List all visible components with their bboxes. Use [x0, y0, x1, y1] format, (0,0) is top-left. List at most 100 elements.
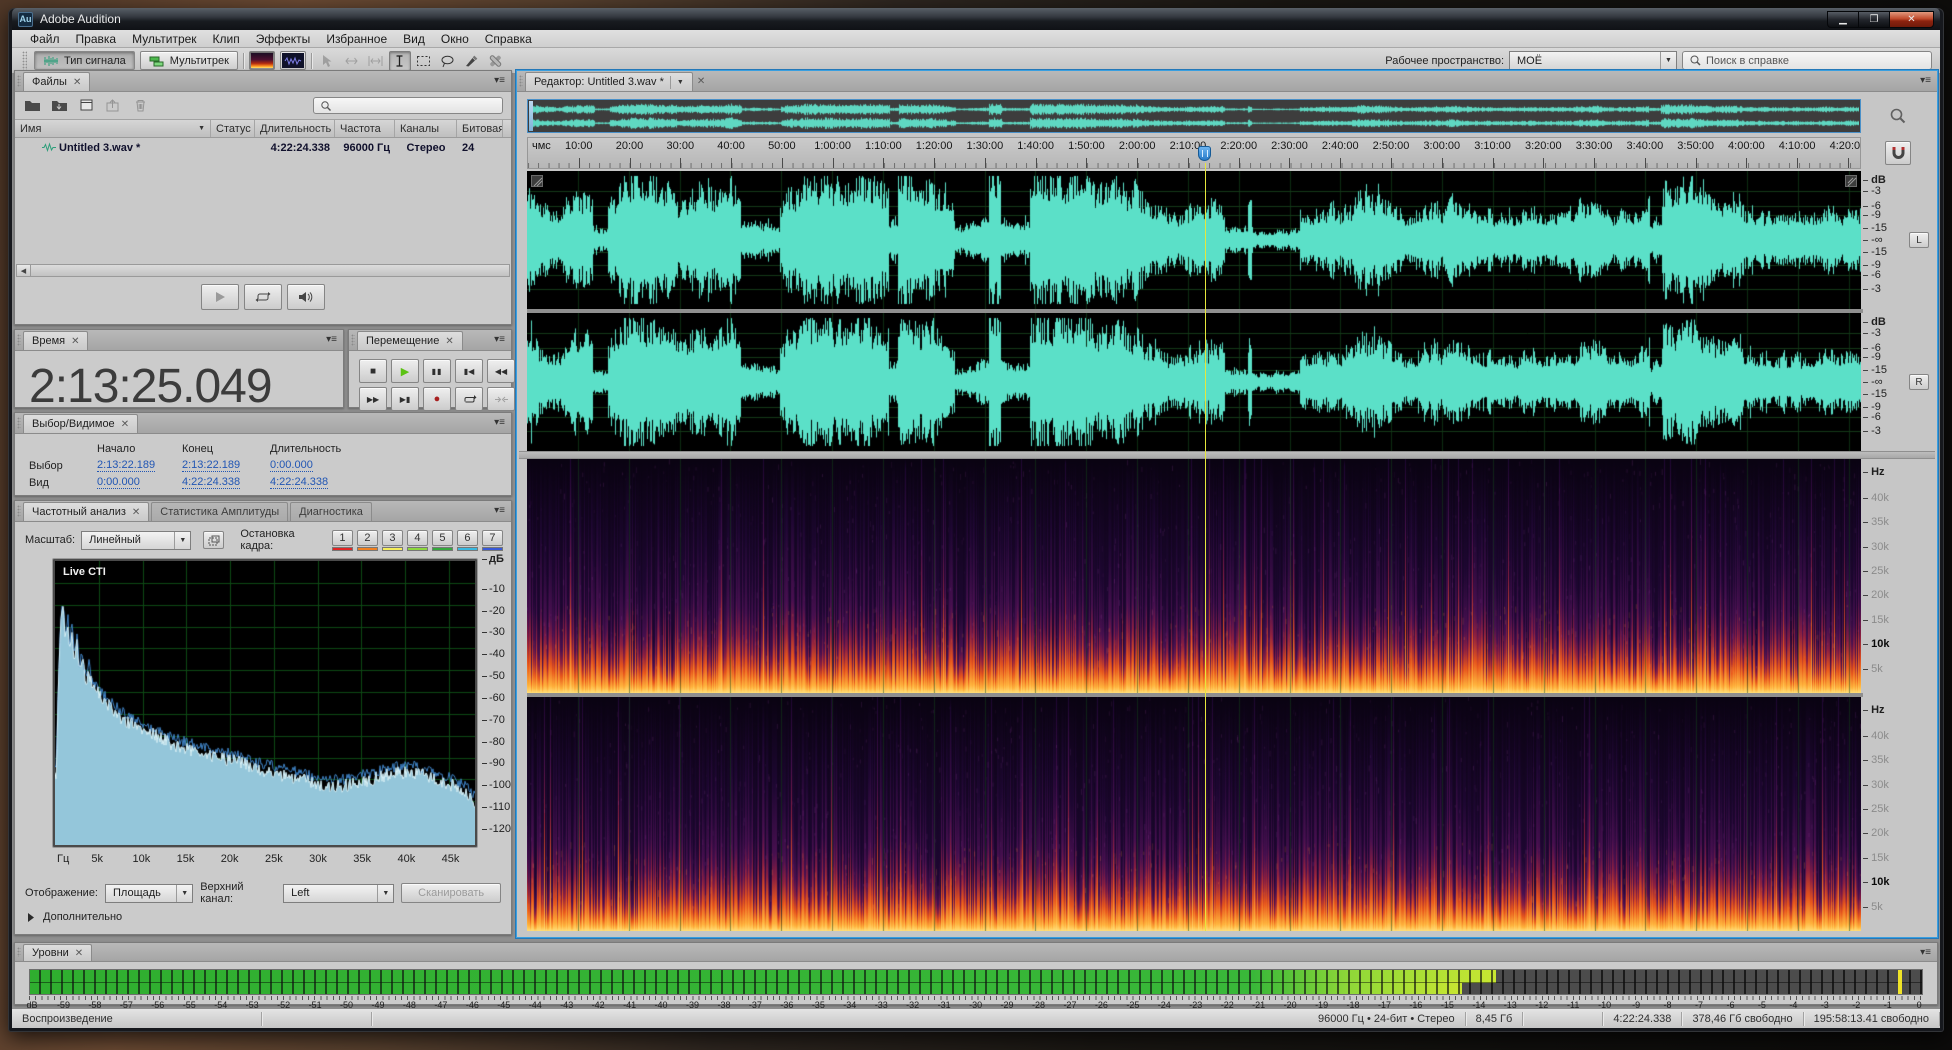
loop-button[interactable] [455, 387, 483, 411]
prev-button[interactable]: ▮◀ [455, 359, 483, 383]
panel-menu-icon[interactable]: ▾≡ [494, 334, 505, 345]
timeline-ruler[interactable]: чмс 10:0020:0030:0040:0050:001:00:001:10… [527, 137, 1861, 169]
pause-button[interactable]: ▮▮ [423, 359, 451, 383]
close-icon[interactable]: ✕ [445, 336, 453, 347]
waveform-type-button[interactable]: Тип сигнала [34, 51, 135, 70]
panel-menu-icon[interactable]: ▾≡ [494, 417, 505, 428]
column-Длительность[interactable]: Длительность [255, 120, 335, 137]
spectral-view-button[interactable] [249, 51, 275, 70]
menu-Мультитрек[interactable]: Мультитрек [124, 31, 204, 47]
scale-dropdown[interactable]: Линейный▼ [81, 531, 191, 550]
time-value-link[interactable]: 4:22:24.338 [182, 476, 240, 489]
open-file-icon[interactable] [23, 98, 41, 113]
multitrack-button[interactable]: Мультитрек [140, 51, 238, 70]
tab-Статистика Амплитуды[interactable]: Статистика Амплитуды [151, 502, 288, 521]
menu-Клип[interactable]: Клип [205, 31, 248, 47]
new-file-icon[interactable] [77, 98, 95, 113]
channel-L-button[interactable]: L [1909, 232, 1929, 248]
title-bar[interactable]: Au Adobe Audition ▁ ❐ ✕ [12, 8, 1940, 30]
wave-spectral-splitter[interactable] [519, 451, 1935, 459]
advanced-expander[interactable]: Дополнительно [27, 911, 122, 923]
hold-button-3[interactable]: 3 [382, 530, 403, 546]
column-Частота[interactable]: Частота [335, 120, 395, 137]
tool-lasso[interactable] [437, 51, 459, 71]
time-value-link[interactable]: 4:22:24.338 [270, 476, 328, 489]
files-table-header[interactable]: Имя▼СтатусДлительностьЧастотаКаналыБитов… [15, 120, 511, 138]
tool-marquee[interactable] [413, 51, 435, 71]
tab-selection[interactable]: Выбор/Видимое✕ [23, 414, 138, 433]
hold-button-1[interactable]: 1 [332, 530, 353, 546]
column-Имя[interactable]: Имя▼ [15, 120, 211, 137]
help-search-input[interactable]: Поиск в справке [1682, 51, 1932, 70]
panel-menu-icon[interactable]: ▾≡ [494, 505, 505, 516]
hold-button-5[interactable]: 5 [432, 530, 453, 546]
minimize-button[interactable]: ▁ [1827, 11, 1858, 28]
scan-button[interactable]: Сканировать [401, 883, 501, 903]
menu-Справка[interactable]: Справка [477, 31, 540, 47]
tab-transport[interactable]: Перемещение✕ [357, 331, 463, 350]
close-icon[interactable]: ✕ [697, 76, 705, 87]
panel-menu-icon[interactable]: ▾≡ [1920, 75, 1931, 86]
hold-button-4[interactable]: 4 [407, 530, 428, 546]
overview-strip[interactable] [527, 99, 1861, 133]
overview-left-handle[interactable] [529, 101, 533, 131]
tab-editor[interactable]: Редактор: Untitled 3.wav * ▼ [525, 72, 693, 91]
menu-Вид[interactable]: Вид [395, 31, 433, 47]
chevron-down-icon[interactable]: ▼ [677, 79, 684, 86]
zoom-icon[interactable] [1890, 108, 1906, 124]
tool-brush[interactable] [461, 51, 483, 71]
toolbar-grip[interactable] [22, 51, 27, 70]
autoplay-button[interactable] [287, 284, 325, 310]
next-button[interactable]: ▶▮ [391, 387, 419, 411]
time-value-link[interactable]: 0:00.000 [270, 459, 313, 472]
top-channel-dropdown[interactable]: Left▼ [283, 884, 394, 903]
hold-button-2[interactable]: 2 [357, 530, 378, 546]
spectrogram-right-channel[interactable] [527, 697, 1861, 931]
close-icon[interactable]: ✕ [75, 948, 83, 959]
files-hscrollbar[interactable]: ◀ [16, 264, 510, 277]
workspace-dropdown[interactable]: МОЁ ▼ [1509, 51, 1677, 70]
panel-menu-icon[interactable]: ▾≡ [1920, 947, 1931, 958]
scroll-left-icon[interactable]: ◀ [17, 265, 31, 276]
skip-button[interactable] [487, 387, 515, 411]
loop-button[interactable] [244, 284, 282, 310]
menu-Эффекты[interactable]: Эффекты [248, 31, 319, 47]
scrollbar-thumb[interactable] [31, 265, 509, 276]
time-value-link[interactable]: 0:00.000 [97, 476, 140, 489]
playhead-marker[interactable] [1198, 146, 1211, 161]
close-icon[interactable]: ✕ [71, 336, 79, 347]
menu-Файл[interactable]: Файл [22, 31, 68, 47]
corner-widget-icon[interactable] [531, 175, 543, 187]
panel-menu-icon[interactable]: ▾≡ [494, 75, 505, 86]
play-button[interactable]: ▶ [391, 359, 419, 383]
tab-Диагностика[interactable]: Диагностика [290, 502, 372, 521]
column-Каналы[interactable]: Каналы [395, 120, 457, 137]
copy-graph-button[interactable] [203, 531, 224, 549]
tab-files[interactable]: Файлы✕ [23, 72, 90, 91]
record-button[interactable]: ● [423, 387, 451, 411]
snap-magnet-button[interactable] [1885, 141, 1911, 165]
frequency-graph[interactable]: Live CTI [53, 559, 477, 847]
playhead-line[interactable] [1205, 163, 1206, 931]
close-icon[interactable]: ✕ [121, 419, 129, 430]
menu-Избранное[interactable]: Избранное [318, 31, 395, 47]
menu-Окно[interactable]: Окно [433, 31, 477, 47]
file-row[interactable]: Untitled 3.wav *4:22:24.33896000 ГцСтере… [15, 138, 511, 158]
hold-button-7[interactable]: 7 [482, 530, 503, 546]
display-dropdown[interactable]: Площадь▼ [105, 884, 193, 903]
column-Статус[interactable]: Статус [211, 120, 255, 137]
tool-heal[interactable] [485, 51, 507, 71]
import-file-icon[interactable] [50, 98, 68, 113]
stop-button[interactable]: ■ [359, 359, 387, 383]
waveform-left-channel[interactable] [527, 171, 1861, 309]
waveform-view-button[interactable] [280, 51, 306, 70]
tab-Частотный анализ[interactable]: Частотный анализ✕ [23, 502, 149, 521]
close-button[interactable]: ✕ [1889, 11, 1934, 28]
files-search-input[interactable] [313, 97, 503, 114]
forward-button[interactable]: ▶▶ [359, 387, 387, 411]
tool-time-select[interactable] [389, 51, 411, 71]
channel-R-button[interactable]: R [1909, 374, 1929, 390]
close-icon[interactable]: ✕ [132, 507, 140, 518]
rewind-button[interactable]: ◀◀ [487, 359, 515, 383]
panel-menu-icon[interactable]: ▾≡ [326, 334, 337, 345]
